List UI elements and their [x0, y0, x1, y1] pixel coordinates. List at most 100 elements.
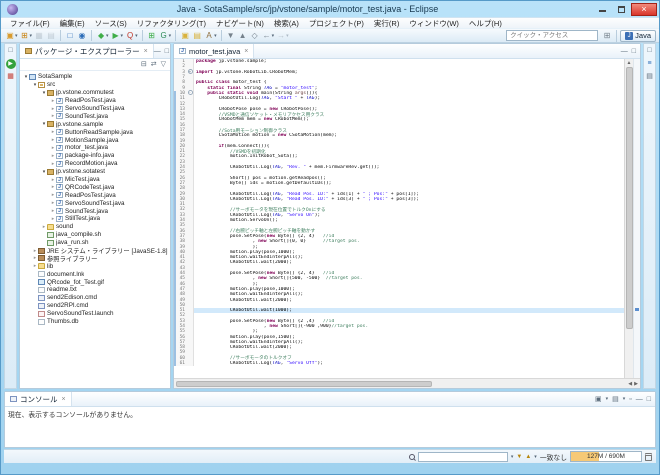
menu-item-10[interactable]: ヘルプ(H): [464, 18, 507, 29]
close-icon[interactable]: ×: [62, 396, 66, 403]
minimize-view-icon[interactable]: —: [621, 48, 628, 55]
code-line[interactable]: 15 CRobotMem mem = new CRobotMem();: [174, 117, 624, 122]
tree-item[interactable]: readme.txt: [20, 286, 170, 294]
link-with-editor-icon[interactable]: ⇄: [151, 61, 157, 68]
tree-item[interactable]: ▾src: [20, 81, 170, 89]
chevron-down-icon[interactable]: ▾: [30, 33, 33, 39]
search-options-icon[interactable]: ▾: [534, 454, 537, 460]
tree-item[interactable]: ▸JReadPosTest.java: [20, 97, 170, 105]
code-line[interactable]: 61 CRobotUtil.Log(TAG, "Servo Off");: [174, 361, 624, 366]
tree-item[interactable]: ▸sound: [20, 223, 170, 231]
tree-item[interactable]: ServoSoundTest.launch: [20, 310, 170, 318]
view-menu-icon[interactable]: ▽: [161, 61, 166, 68]
open-console-icon[interactable]: ▣: [595, 396, 602, 403]
code-line[interactable]: 30 CRobotUtil.Log(TAG, "Read Pos. ID:" +…: [174, 197, 624, 202]
tree-item[interactable]: ▸JRecordMotion.java: [20, 160, 170, 168]
code-line[interactable]: 58 CRobotUtil.wait(2000);: [174, 345, 624, 350]
chevron-down-icon[interactable]: ▾: [106, 33, 109, 39]
tree-item[interactable]: ▸JReadPosTest.java: [20, 191, 170, 199]
last-edit-location-button[interactable]: ◇: [249, 29, 261, 42]
forward-button[interactable]: →▾: [275, 29, 290, 42]
tree-item[interactable]: ▾jp.vstone.commutest: [20, 89, 170, 97]
close-icon[interactable]: ×: [244, 48, 248, 55]
close-button[interactable]: ×: [631, 3, 657, 16]
pin-console-icon[interactable]: ▫: [629, 396, 631, 403]
status-search-input[interactable]: [418, 452, 508, 462]
quick-access-input[interactable]: [506, 30, 598, 41]
chevron-down-icon[interactable]: ▾: [214, 33, 217, 39]
tree-item[interactable]: ▸JSoundTest.java: [20, 207, 170, 215]
tree-item[interactable]: send2RPI.cmd: [20, 302, 170, 310]
code-line[interactable]: 1package jp.vstone.sample;: [174, 59, 624, 64]
tree-item[interactable]: ▸JSoundTest.java: [20, 112, 170, 120]
print-button[interactable]: ▤: [45, 29, 57, 42]
code-area[interactable]: 1package jp.vstone.sample;23+import jp.v…: [174, 59, 624, 378]
new-package-button[interactable]: G▾: [158, 29, 173, 42]
maximize-button[interactable]: [612, 3, 630, 16]
external-tools-button[interactable]: ◆▾: [95, 29, 110, 42]
code-line[interactable]: 22 motion.InitRobot_Sota();: [174, 154, 624, 159]
run-view-icon[interactable]: ▶: [6, 59, 16, 69]
search-toolbar-button[interactable]: A▾: [203, 29, 218, 42]
maximize-view-icon[interactable]: □: [647, 396, 651, 403]
menu-item-8[interactable]: 実行(R): [369, 18, 404, 29]
menu-item-3[interactable]: ソース(S): [90, 18, 132, 29]
tree-item[interactable]: ▸Jpackage-info.java: [20, 152, 170, 160]
chevron-down-icon[interactable]: ▾: [286, 33, 289, 39]
chevron-down-icon[interactable]: ▾: [623, 396, 626, 402]
chevron-down-icon[interactable]: ▾: [135, 33, 138, 39]
minimize-view-icon[interactable]: —: [636, 396, 643, 403]
tree-item[interactable]: ▸JButtonReadSample.java: [20, 128, 170, 136]
code-line[interactable]: 27 Byte[] ids = motion.getDefaultIDs();: [174, 181, 624, 186]
breakpoints-view-icon[interactable]: ▦: [6, 72, 16, 82]
horizontal-scrollbar[interactable]: ◀ ▶: [174, 378, 640, 388]
code-line[interactable]: 42 CRobotUtil.wait(2000);: [174, 260, 624, 265]
find-previous-icon[interactable]: ▲: [525, 454, 531, 460]
new-class-button[interactable]: ⊞: [146, 29, 158, 42]
code-line[interactable]: 24 CRobotUtil.Log(TAG, "Rev. " + mem.Fir…: [174, 165, 624, 170]
tree-item[interactable]: ▾SotaSample: [20, 73, 170, 81]
chevron-down-icon[interactable]: ▾: [511, 454, 514, 460]
code-line[interactable]: 51 CRobotUtil.wait(1000);: [174, 308, 624, 313]
scroll-up-icon[interactable]: ▲: [627, 59, 632, 67]
menu-item-7[interactable]: プロジェクト(P): [304, 18, 369, 29]
restore-views-icon[interactable]: □: [6, 46, 16, 56]
task-list-view-icon[interactable]: ▤: [645, 72, 655, 82]
prev-annotation-button[interactable]: ▲: [237, 29, 249, 42]
tree-item[interactable]: ▸参照ライブラリー: [20, 254, 170, 262]
save-button[interactable]: ▦: [33, 29, 45, 42]
menu-item-1[interactable]: ファイル(F): [5, 18, 55, 29]
back-button[interactable]: ←▾: [261, 29, 276, 42]
overview-ruler[interactable]: [633, 59, 640, 378]
find-next-icon[interactable]: ▼: [516, 454, 522, 460]
tree-item[interactable]: ▸JQRCodeTest.java: [20, 183, 170, 191]
minimize-view-icon[interactable]: —: [154, 48, 161, 55]
code-line[interactable]: 11 CRobotUtil.Log(TAG, "Start " + TAG);: [174, 96, 624, 101]
run-button[interactable]: ▶▾: [110, 29, 125, 42]
outline-view-icon[interactable]: ≡: [645, 59, 655, 69]
collapse-all-icon[interactable]: ⊟: [141, 61, 147, 68]
maximize-view-icon[interactable]: □: [632, 48, 636, 55]
chevron-down-icon[interactable]: ▾: [606, 396, 609, 402]
menu-item-6[interactable]: 検索(A): [269, 18, 304, 29]
tree-item[interactable]: Thumbs.db: [20, 318, 170, 326]
open-type-button[interactable]: ▣: [179, 29, 191, 42]
tree-item[interactable]: ▸JStillTest.java: [20, 215, 170, 223]
editor-tab-motor-test[interactable]: J motor_test.java ×: [174, 44, 254, 58]
menu-item-4[interactable]: リファクタリング(T): [132, 18, 211, 29]
vertical-scroll-thumb[interactable]: [626, 67, 633, 329]
chevron-down-icon[interactable]: ▾: [15, 33, 18, 39]
code-line[interactable]: 49 CRobotUtil.wait(2000);: [174, 297, 624, 302]
debug-view-button[interactable]: □: [64, 29, 76, 42]
fold-icon[interactable]: -: [188, 90, 193, 95]
fold-icon[interactable]: +: [188, 69, 193, 74]
update-button[interactable]: ◉: [76, 29, 88, 42]
horizontal-scroll-thumb[interactable]: [176, 381, 432, 387]
gutter[interactable]: 61: [174, 361, 194, 366]
menu-item-5[interactable]: ナビゲート(N): [211, 18, 269, 29]
current-line-marker[interactable]: [635, 308, 639, 311]
tree-item[interactable]: ▾jp.vstone.sample: [20, 120, 170, 128]
tree-item[interactable]: QRcode_fot_Test.gif: [20, 278, 170, 286]
code-line[interactable]: 18 CSotaMotion motion = new CSotaMotion(…: [174, 133, 624, 138]
chevron-down-icon[interactable]: ▾: [169, 33, 172, 39]
